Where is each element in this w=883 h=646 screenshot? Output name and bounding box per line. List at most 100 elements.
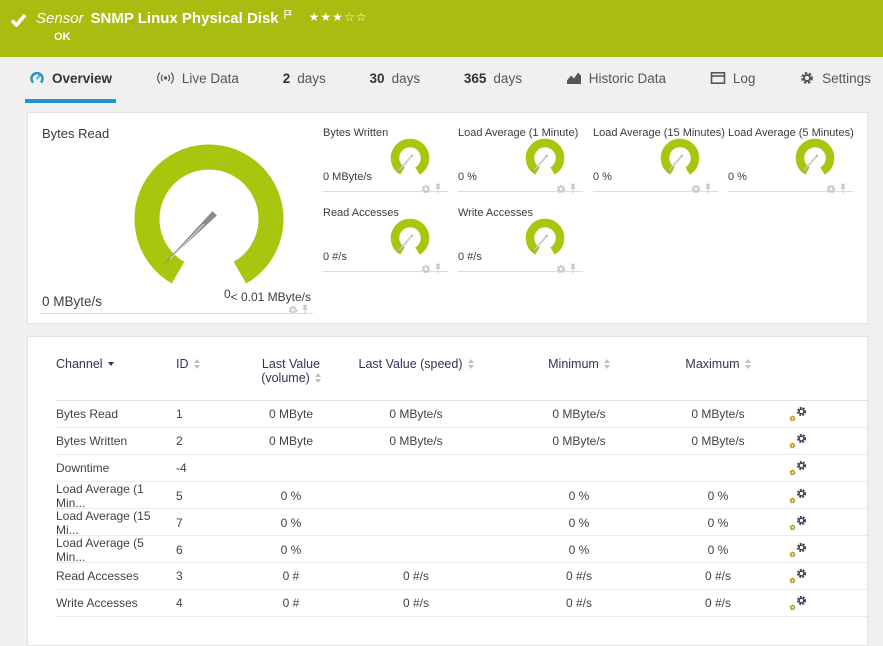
sort-icon [314,373,321,383]
channel-pin-icon[interactable] [839,183,847,194]
channel-settings-gears-icon[interactable] [789,460,807,476]
gauge-cell-bytes-written: Bytes Written 0 MByte/s [323,125,448,192]
table-row: Bytes Written 2 0 MByte 0 MByte/s 0 MByt… [56,428,867,455]
column-header-last-value-speed[interactable]: Last Value (speed) [351,357,481,371]
channel-name: Load Average (5 Min... [56,536,144,564]
column-header-id[interactable]: ID [176,357,231,371]
column-label: Channel [56,357,103,371]
maximum-value: 0 #/s [704,596,731,610]
object-kind-label: Sensor [36,10,84,27]
channel-settings-gears-icon[interactable] [789,406,807,422]
channel-pin-icon[interactable] [569,183,577,194]
sort-icon [603,359,610,369]
main-gauge-bytes-read: Bytes Read 0 MByte/s 0 < 0.01 MByte/s [28,113,321,323]
gauges-panel: Bytes Read 0 MByte/s 0 < 0.01 MByte/s By… [27,112,868,324]
channel-gear-icon[interactable] [826,184,836,194]
tab-label: days [493,70,522,86]
tab-label-number: 30 [369,70,385,86]
sensor-title: SNMP Linux Physical Disk [90,10,279,27]
channel-pin-icon[interactable] [569,263,577,274]
channel-settings-gears-icon[interactable] [789,595,807,611]
sensor-header: Sensor SNMP Linux Physical Disk ★★★☆☆ OK [0,0,883,57]
maximum-value: 0 MByte/s [691,407,745,421]
column-header-minimum[interactable]: Minimum [481,357,677,371]
tab-30-days[interactable]: 30 days [366,57,425,103]
last-value-speed: 0 #/s [402,596,429,610]
channel-name: Load Average (1 Min... [56,482,144,510]
channel-settings-gears-icon[interactable] [789,488,807,504]
stars-filled: ★★★ [308,9,344,24]
table-row: Read Accesses 3 0 # 0 #/s 0 #/s 0 #/s [56,563,867,590]
last-value-volume: 0 MByte [268,434,313,448]
channel-settings-gears-icon[interactable] [789,542,807,558]
empty-cell [728,205,853,272]
table-row: Load Average (15 Mi... 7 0 % 0 % 0 % [56,509,867,537]
maximum-value: 0 % [707,516,729,530]
channel-pin-icon[interactable] [434,183,442,194]
tab-settings[interactable]: Settings [795,57,875,103]
tab-historic-data[interactable]: Historic Data [562,57,670,103]
sort-desc-icon [107,362,114,366]
log-window-icon [710,71,726,85]
table-row: Write Accesses 4 0 # 0 #/s 0 #/s 0 #/s [56,590,867,617]
column-header-channel[interactable]: Channel [56,357,176,371]
maximum-value: 0 #/s [704,569,731,583]
channel-name: Bytes Written [56,434,128,448]
channel-settings-gears-icon[interactable] [789,515,807,531]
last-value-speed: 0 #/s [402,569,429,583]
channel-name: Read Accesses [56,569,139,583]
column-label: ID [176,357,189,371]
column-label: Maximum [685,357,740,371]
stars-empty: ☆☆ [343,9,368,24]
channel-name: Write Accesses [56,596,138,610]
live-data-icon [156,71,175,85]
column-header-last-value-volume[interactable]: Last Value (volume) [231,357,351,385]
tab-live-data[interactable]: Live Data [152,57,243,103]
channel-gear-icon[interactable] [421,184,431,194]
last-value-speed: 0 MByte/s [389,434,443,448]
channel-id: 5 [176,489,183,503]
channel-id: 3 [176,569,183,583]
channel-id: 2 [176,434,183,448]
channel-settings-gears-icon[interactable] [789,568,807,584]
last-value-volume: 0 MByte [268,407,313,421]
tab-label: Overview [52,70,113,86]
minimum-value: 0 % [568,543,590,557]
channel-name: Bytes Read [56,407,119,421]
gauge-cell-read-accesses: Read Accesses 0 #/s [323,205,448,272]
column-label: Minimum [548,357,599,371]
column-header-maximum[interactable]: Maximum [677,357,759,371]
maximum-value: 0 % [707,543,729,557]
minimum-value: 0 MByte/s [552,434,606,448]
channel-pin-icon[interactable] [434,263,442,274]
channel-id: 4 [176,596,183,610]
gauge-current-value: 0 #/s [323,251,347,263]
priority-stars[interactable]: ★★★☆☆ [309,10,368,24]
table-header-row: Channel ID Last Value (volume) Last Valu… [56,357,867,401]
tab-label: Settings [822,70,871,86]
tab-overview[interactable]: Overview [25,57,117,103]
last-value-volume: 0 # [282,569,300,583]
gauge-cell-load-average-1-minute: Load Average (1 Minute) 0 % [458,125,583,192]
tab-label-number: 365 [463,70,487,86]
channel-gear-icon[interactable] [556,184,566,194]
minimum-value: 0 % [568,516,590,530]
tab-label: Log [732,70,756,86]
small-gauge [522,218,568,260]
small-gauge [522,138,568,180]
tab-log[interactable]: Log [706,57,760,103]
tab-label: Historic Data [588,70,667,86]
tab-365-days[interactable]: 365 days [460,57,526,103]
bytes-read-gauge [134,144,284,284]
tab-2-days[interactable]: 2 days [279,57,330,103]
channel-pin-icon[interactable] [704,183,712,194]
flag-icon[interactable] [283,9,293,20]
channel-gear-icon[interactable] [421,264,431,274]
column-label: Last Value [261,357,321,371]
channel-settings-gears-icon[interactable] [789,433,807,449]
minimum-value: 0 % [568,489,590,503]
channel-gear-icon[interactable] [691,184,701,194]
channel-gear-icon[interactable] [556,264,566,274]
historic-chart-icon [566,71,582,85]
gauge-cell-load-average-15-minutes: Load Average (15 Minutes) 0 % [593,125,725,194]
